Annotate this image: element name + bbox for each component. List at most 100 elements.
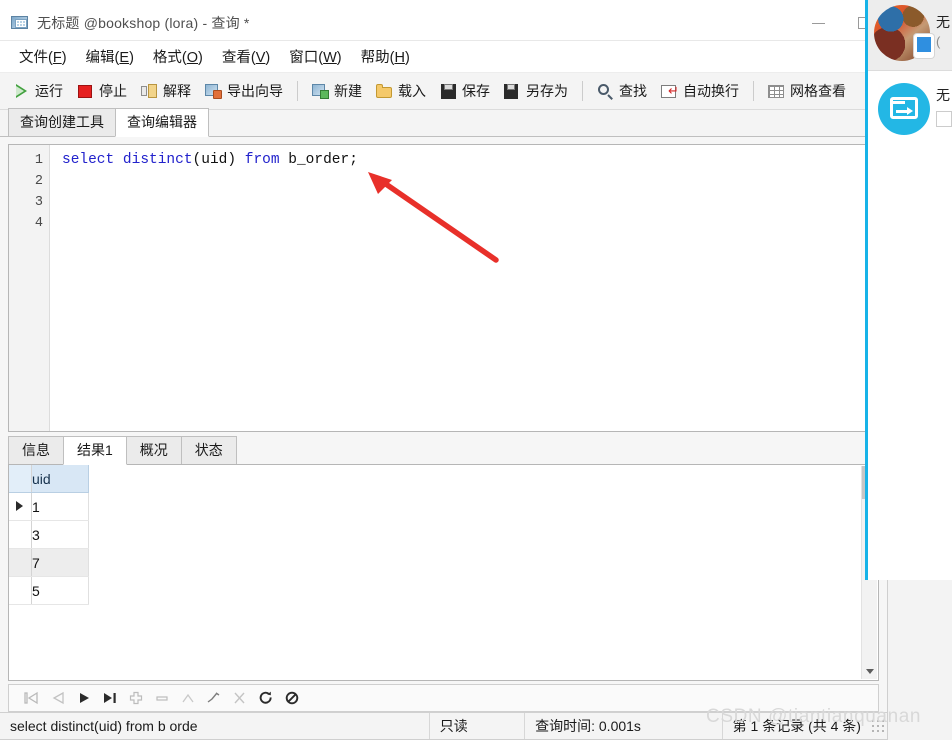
save-button[interactable]: 保存 <box>433 76 497 106</box>
row-marker[interactable] <box>9 576 32 605</box>
row-marker[interactable] <box>9 548 32 577</box>
explain-label: 解释 <box>163 83 191 99</box>
cell-uid[interactable]: 7 <box>31 548 89 577</box>
menu-bar: 文件(F) 编辑(E) 格式(O) 查看(V) 窗口(W) 帮助(H) <box>0 41 887 73</box>
menu-item-edit[interactable]: 编辑(E) <box>77 43 144 70</box>
new-query-label: 新建 <box>334 83 362 99</box>
word-wrap-icon <box>661 82 679 100</box>
chat-overlay-panel[interactable]: 无 ( 无 <box>865 0 952 580</box>
tab-result-1[interactable]: 结果1 <box>63 436 127 465</box>
status-bar: select distinct(uid) from b orde 只读 查询时间… <box>0 712 887 739</box>
table-row[interactable]: 1 <box>9 492 89 521</box>
sql-token-text: b_order; <box>279 152 358 168</box>
table-row[interactable]: 7 <box>9 548 89 577</box>
save-as-button[interactable]: 另存为 <box>497 76 575 106</box>
main-toolbar: 运行 停止 解释 导出向导 新建 载入 保存 另存为 查找 ↵ 自动换行 网格查… <box>0 73 887 110</box>
menu-label-window: 窗口 <box>289 50 319 66</box>
add-record-icon <box>129 691 143 705</box>
next-record-button[interactable] <box>71 686 97 710</box>
table-row[interactable]: 5 <box>9 576 89 605</box>
tab-query-builder-label: 查询创建工具 <box>20 114 104 130</box>
chat-contact-header[interactable]: 无 ( <box>868 0 952 71</box>
line-number: 1 <box>34 153 43 168</box>
tab-info[interactable]: 信息 <box>8 436 64 465</box>
status-query-time: 查询时间: 0.001s <box>525 713 723 739</box>
save-disk-icon <box>440 83 457 100</box>
table-row[interactable]: 3 <box>9 520 89 549</box>
stop-square-icon <box>77 83 94 100</box>
new-query-button[interactable]: 新建 <box>305 76 369 106</box>
tab-query-editor-label: 查询编辑器 <box>127 114 197 130</box>
tab-query-editor[interactable]: 查询编辑器 <box>115 108 209 137</box>
previous-record-button[interactable] <box>45 686 71 710</box>
word-wrap-button[interactable]: 自动换行 <box>654 76 746 106</box>
status-readonly: 只读 <box>430 713 526 739</box>
stop-load-button[interactable] <box>279 686 305 710</box>
menu-label-file: 文件 <box>19 50 48 66</box>
first-record-icon <box>24 691 38 705</box>
menu-accel-file: F <box>52 50 62 66</box>
apply-change-icon <box>182 693 194 703</box>
grid-view-button[interactable]: 网格查看 <box>761 76 853 106</box>
window-title: 无标题 @bookshop (lora) - 查询 * <box>37 15 250 31</box>
explain-button[interactable]: 解释 <box>134 76 198 106</box>
tab-query-builder[interactable]: 查询创建工具 <box>8 108 116 137</box>
cell-uid[interactable]: 5 <box>31 576 89 605</box>
tab-status[interactable]: 状态 <box>180 436 237 465</box>
row-marker-current[interactable] <box>9 492 32 521</box>
tab-result-1-label: 结果1 <box>77 442 113 458</box>
cancel-change-button[interactable] <box>227 686 253 710</box>
row-marker[interactable] <box>9 520 32 549</box>
delete-record-button[interactable] <box>149 686 175 710</box>
result-grid[interactable]: uid 1 3 7 5 <box>8 464 879 681</box>
load-button[interactable]: 载入 <box>369 76 433 106</box>
add-record-button[interactable] <box>123 686 149 710</box>
load-label: 载入 <box>398 83 426 99</box>
search-magnifier-icon <box>597 83 614 100</box>
column-header-uid[interactable]: uid <box>31 465 89 493</box>
tab-info-label: 信息 <box>22 442 50 458</box>
run-label: 运行 <box>35 83 63 99</box>
cell-uid[interactable]: 1 <box>31 492 89 521</box>
row-marker-header <box>9 465 32 493</box>
sql-editor[interactable]: 1 2 3 4 select distinct(uid) from b_orde… <box>8 144 879 432</box>
refresh-button[interactable] <box>253 686 279 710</box>
status-sql-text: select distinct(uid) from b orde <box>0 713 430 739</box>
menu-item-file[interactable]: 文件(F) <box>10 43 77 70</box>
menu-item-window[interactable]: 窗口(W) <box>280 43 351 70</box>
last-record-button[interactable] <box>97 686 123 710</box>
menu-label-view: 查看 <box>221 50 251 66</box>
menu-accel-window: W <box>323 50 337 66</box>
menu-item-help[interactable]: 帮助(H) <box>352 43 420 70</box>
tab-status-label: 状态 <box>194 442 223 458</box>
cell-uid[interactable]: 3 <box>31 520 89 549</box>
menu-accel-edit: E <box>119 50 130 66</box>
save-as-label: 另存为 <box>526 83 568 99</box>
edit-record-button[interactable] <box>201 686 227 710</box>
status-record-info: 第 1 条记录 (共 4 条) <box>732 718 861 734</box>
stop-button[interactable]: 停止 <box>70 76 134 106</box>
stop-load-icon <box>285 691 299 705</box>
minimize-button[interactable] <box>795 6 841 40</box>
menu-item-format[interactable]: 格式(O) <box>144 43 213 70</box>
resize-grip-icon[interactable] <box>870 719 884 733</box>
save-label: 保存 <box>462 83 490 99</box>
chat-contact-name: 无 <box>936 14 950 30</box>
refresh-icon <box>259 691 272 704</box>
tab-profile[interactable]: 概况 <box>125 436 182 465</box>
sql-token-space <box>114 152 123 168</box>
export-wizard-button[interactable]: 导出向导 <box>198 76 290 106</box>
list-item[interactable]: 无 <box>868 71 952 141</box>
scroll-down-arrow-icon[interactable] <box>862 663 877 679</box>
delete-record-icon <box>156 696 168 701</box>
sql-token-keyword: distinct <box>122 152 193 168</box>
apply-change-button[interactable] <box>175 686 201 710</box>
menu-label-format: 格式 <box>152 50 182 66</box>
menu-item-view[interactable]: 查看(V) <box>213 43 280 70</box>
list-item-secondary <box>936 111 952 127</box>
find-button[interactable]: 查找 <box>590 76 654 106</box>
list-item-label: 无 <box>936 87 950 103</box>
first-record-button[interactable] <box>19 686 45 710</box>
run-button[interactable]: 运行 <box>6 76 70 106</box>
sql-code-area[interactable]: select distinct(uid) from b_order; <box>50 145 878 431</box>
